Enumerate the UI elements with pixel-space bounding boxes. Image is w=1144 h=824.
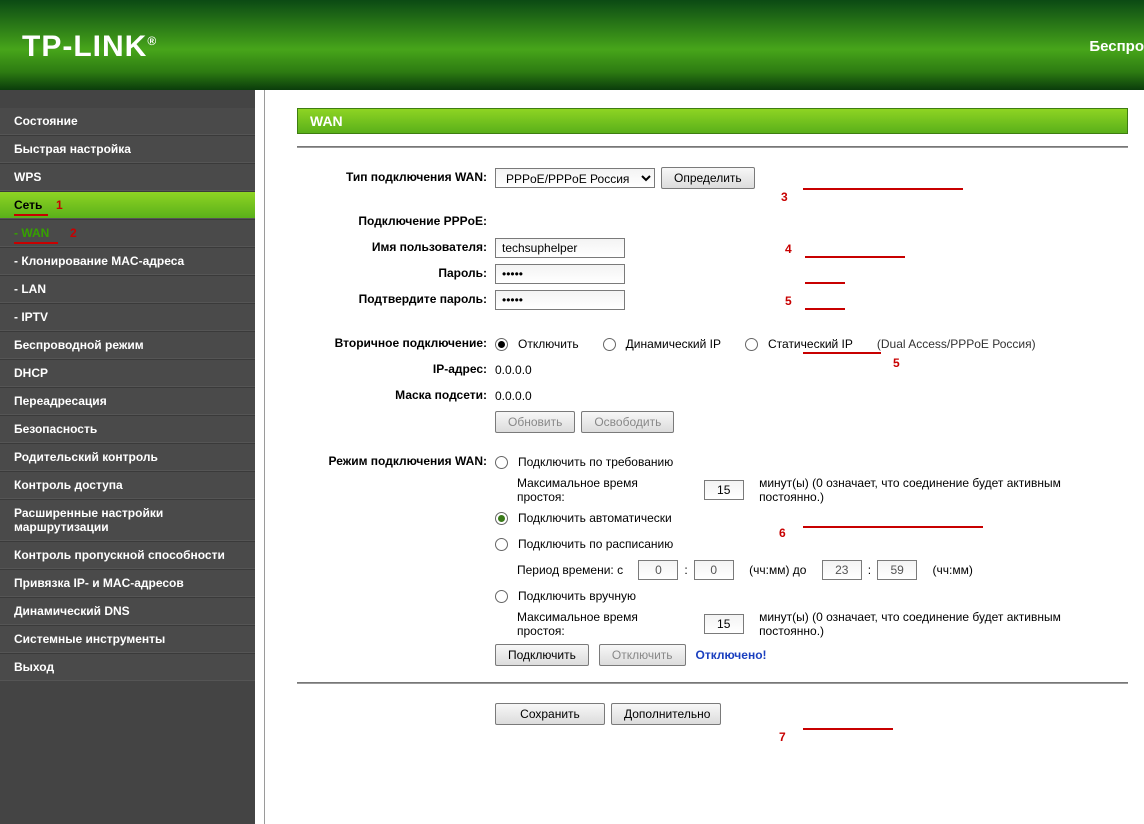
mask-label: Маска подсети: bbox=[297, 388, 495, 404]
underline-marker-2 bbox=[14, 242, 58, 244]
sidebar-item-8[interactable]: Беспроводной режим bbox=[0, 331, 255, 359]
radio-schedule[interactable] bbox=[495, 538, 508, 551]
opt-disable[interactable]: Отключить bbox=[518, 337, 579, 351]
idle-input-2[interactable] bbox=[704, 614, 744, 634]
sidebar-item-9[interactable]: DHCP bbox=[0, 359, 255, 387]
underline-wan-type bbox=[803, 188, 963, 190]
opt-static[interactable]: Статический IP bbox=[768, 337, 853, 351]
sidebar-item-2[interactable]: WPS bbox=[0, 163, 255, 191]
username-label: Имя пользователя: bbox=[297, 240, 495, 256]
content-area: WAN Тип подключения WAN: PPPoE/PPPoE Рос… bbox=[265, 90, 1144, 824]
idle-input-1[interactable] bbox=[704, 480, 744, 500]
sidebar-item-18[interactable]: Системные инструменты bbox=[0, 625, 255, 653]
sidebar-item-3[interactable]: Сеть1 bbox=[0, 191, 255, 219]
sidebar-item-5[interactable]: - Клонирование MAC-адреса bbox=[0, 247, 255, 275]
marker-3: 3 bbox=[781, 190, 788, 204]
underline-username bbox=[805, 256, 905, 258]
release-button[interactable]: Освободить bbox=[581, 411, 674, 433]
underline-password2 bbox=[805, 308, 845, 310]
detect-button[interactable]: Определить bbox=[661, 167, 755, 189]
sidebar: СостояниеБыстрая настройкаWPSСеть1- WAN2… bbox=[0, 90, 255, 824]
sched-h2[interactable] bbox=[822, 560, 862, 580]
idle-label-2: Максимальное время простоя: bbox=[517, 610, 688, 638]
username-input[interactable] bbox=[495, 238, 625, 258]
idle-hint-2: минут(ы) (0 означает, что соединение буд… bbox=[759, 610, 1128, 638]
sidebar-item-10[interactable]: Переадресация bbox=[0, 387, 255, 415]
schedule-label: Период времени: с bbox=[517, 563, 623, 577]
pppoe-section-label: Подключение PPPoE: bbox=[297, 214, 495, 230]
secondary-hint: (Dual Access/PPPoE Россия) bbox=[877, 337, 1036, 351]
sidebar-item-7[interactable]: - IPTV bbox=[0, 303, 255, 331]
secondary-label: Вторичное подключение: bbox=[297, 336, 495, 352]
sidebar-item-13[interactable]: Контроль доступа bbox=[0, 471, 255, 499]
sidebar-item-17[interactable]: Динамический DNS bbox=[0, 597, 255, 625]
marker-7: 7 bbox=[779, 730, 786, 744]
sidebar-item-14[interactable]: Расширенные настройки маршрутизации bbox=[0, 499, 255, 541]
sidebar-divider bbox=[255, 90, 265, 824]
sched-m1[interactable] bbox=[694, 560, 734, 580]
password-input[interactable] bbox=[495, 264, 625, 284]
underline-auto bbox=[803, 526, 983, 528]
underline-save bbox=[803, 728, 893, 730]
sched-h1[interactable] bbox=[638, 560, 678, 580]
sidebar-item-1[interactable]: Быстрая настройка bbox=[0, 135, 255, 163]
connection-status: Отключено! bbox=[696, 648, 767, 662]
radio-dynamic[interactable] bbox=[603, 338, 616, 351]
sched-m2[interactable] bbox=[877, 560, 917, 580]
advanced-button[interactable]: Дополнительно bbox=[611, 703, 721, 725]
disconnect-button[interactable]: Отключить bbox=[599, 644, 686, 666]
underline-marker-1 bbox=[14, 214, 48, 216]
sched-hint: (чч:мм) bbox=[932, 563, 972, 577]
marker-4: 4 bbox=[785, 242, 792, 256]
ip-value: 0.0.0.0 bbox=[495, 363, 1128, 377]
marker-5b: 5 bbox=[893, 356, 900, 370]
sidebar-item-11[interactable]: Безопасность bbox=[0, 415, 255, 443]
ip-label: IP-адрес: bbox=[297, 362, 495, 378]
marker-1: 1 bbox=[56, 198, 63, 212]
sidebar-item-16[interactable]: Привязка IP- и MAC-адресов bbox=[0, 569, 255, 597]
underline-password bbox=[805, 282, 845, 284]
wan-type-label: Тип подключения WAN: bbox=[297, 170, 495, 186]
password-label: Пароль: bbox=[297, 266, 495, 282]
radio-static[interactable] bbox=[745, 338, 758, 351]
sidebar-item-19[interactable]: Выход bbox=[0, 653, 255, 681]
sidebar-item-4[interactable]: - WAN2 bbox=[0, 219, 255, 247]
radio-disable[interactable] bbox=[495, 338, 508, 351]
sidebar-item-15[interactable]: Контроль пропускной способности bbox=[0, 541, 255, 569]
sidebar-item-0[interactable]: Состояние bbox=[0, 108, 255, 135]
radio-auto[interactable] bbox=[495, 512, 508, 525]
marker-6: 6 bbox=[779, 526, 786, 540]
separator bbox=[297, 146, 1128, 148]
separator-2 bbox=[297, 682, 1128, 684]
marker-5a: 5 bbox=[785, 294, 792, 308]
opt-ondemand[interactable]: Подключить по требованию bbox=[518, 455, 673, 469]
page-title: WAN bbox=[297, 108, 1128, 134]
sidebar-item-6[interactable]: - LAN bbox=[0, 275, 255, 303]
idle-label: Максимальное время простоя: bbox=[517, 476, 688, 504]
password2-input[interactable] bbox=[495, 290, 625, 310]
idle-hint-1: минут(ы) (0 означает, что соединение буд… bbox=[759, 476, 1128, 504]
underline-disable bbox=[803, 352, 881, 354]
save-button[interactable]: Сохранить bbox=[495, 703, 605, 725]
brand-logo: TP-LINK® bbox=[22, 30, 157, 64]
radio-manual[interactable] bbox=[495, 590, 508, 603]
mode-label: Режим подключения WAN: bbox=[297, 454, 495, 470]
renew-button[interactable]: Обновить bbox=[495, 411, 575, 433]
sidebar-item-12[interactable]: Родительский контроль bbox=[0, 443, 255, 471]
connect-button[interactable]: Подключить bbox=[495, 644, 589, 666]
wan-type-select[interactable]: PPPoE/PPPoE Россия bbox=[495, 168, 655, 188]
header: TP-LINK® Беспро bbox=[0, 0, 1144, 90]
opt-schedule[interactable]: Подключить по расписанию bbox=[518, 537, 673, 551]
opt-manual[interactable]: Подключить вручную bbox=[518, 589, 636, 603]
header-model: Беспро bbox=[1089, 38, 1144, 55]
opt-dynamic[interactable]: Динамический IP bbox=[626, 337, 721, 351]
sched-to: (чч:мм) до bbox=[749, 563, 806, 577]
password2-label: Подтвердите пароль: bbox=[297, 292, 495, 308]
opt-auto[interactable]: Подключить автоматически bbox=[518, 511, 672, 525]
marker-2: 2 bbox=[70, 226, 77, 240]
radio-ondemand[interactable] bbox=[495, 456, 508, 469]
mask-value: 0.0.0.0 bbox=[495, 389, 1128, 403]
